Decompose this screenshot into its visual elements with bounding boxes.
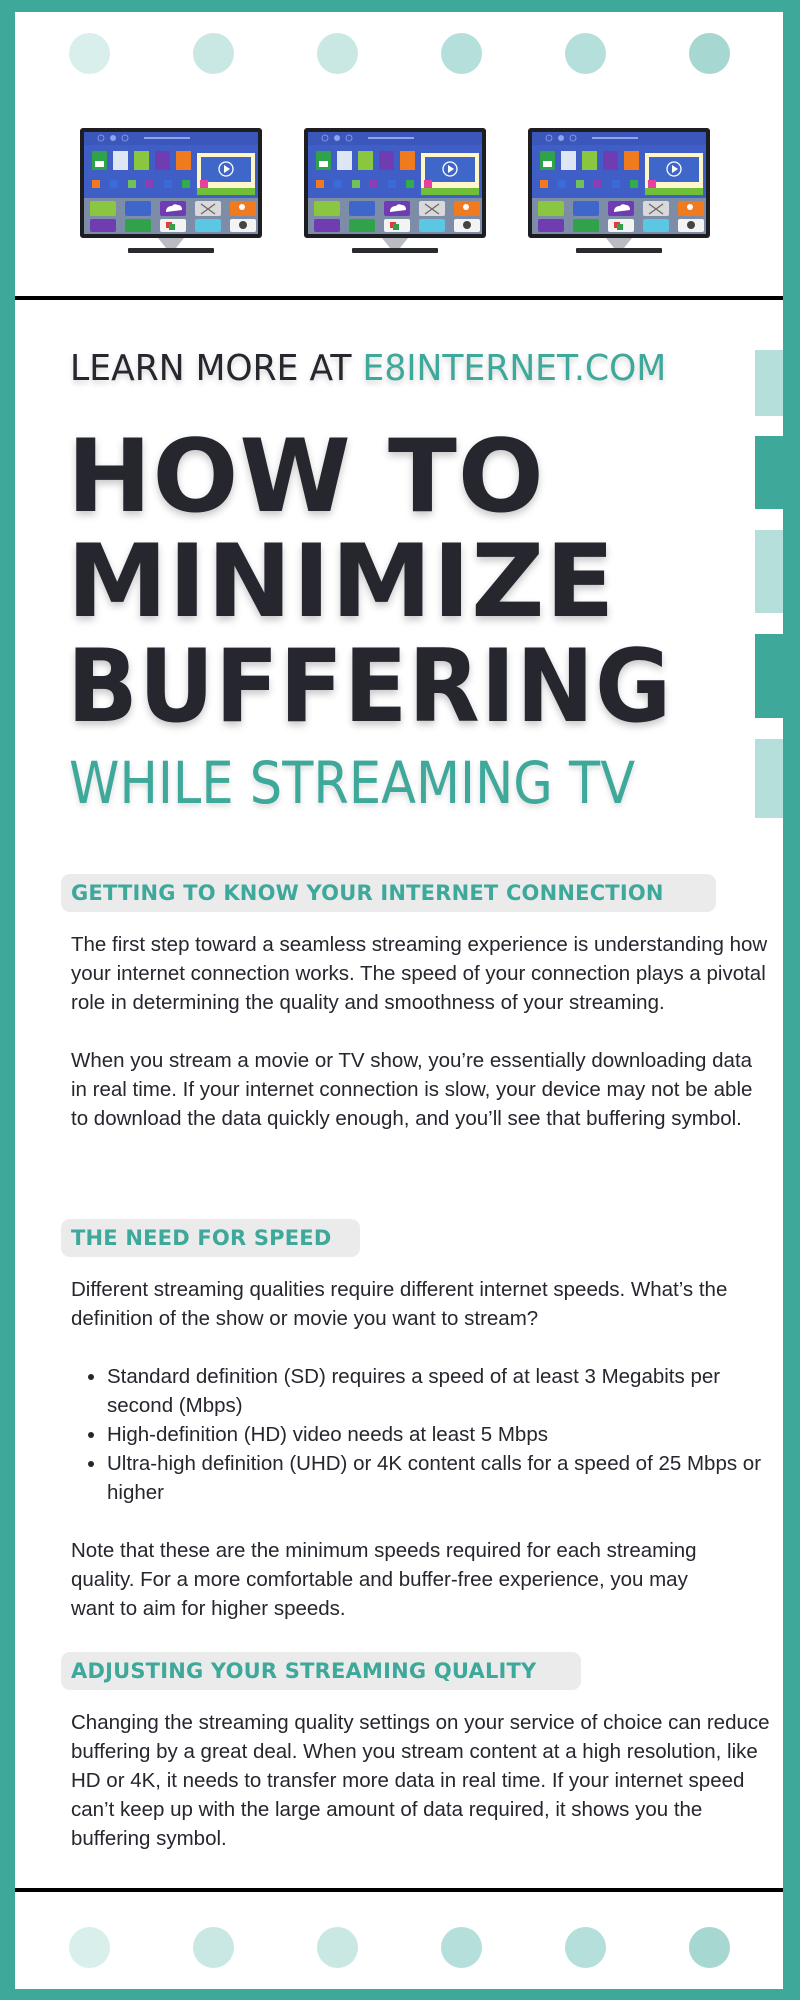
learn-more-line: LEARN MORE AT E8INTERNET.COM xyxy=(70,348,666,389)
infographic-page: LEARN MORE AT E8INTERNET.COM HOW TO MINI… xyxy=(15,12,783,1989)
decorative-dot xyxy=(565,1927,606,1968)
decorative-dot xyxy=(317,33,358,74)
paragraph: When you stream a movie or TV show, you’… xyxy=(71,1049,753,1130)
decorative-dot xyxy=(193,33,234,74)
decorative-dot xyxy=(69,1927,110,1968)
section-body: The first step toward a seamless streami… xyxy=(71,930,771,1133)
paragraph: Note that these are the minimum speeds r… xyxy=(71,1539,697,1620)
section-body: Changing the streaming quality settings … xyxy=(71,1708,771,1853)
side-tab-light xyxy=(755,739,783,818)
decorative-dot xyxy=(441,33,482,74)
decorative-dot xyxy=(69,33,110,74)
side-tab-light xyxy=(755,350,783,416)
section-heading: THE NEED FOR SPEED xyxy=(71,1226,332,1250)
decorative-dot xyxy=(689,1927,730,1968)
side-tab-light xyxy=(755,530,783,613)
smart-tv-icon xyxy=(80,128,262,253)
speed-requirements-list: Standard definition (SD) requires a spee… xyxy=(71,1362,771,1507)
tv-illustration-row xyxy=(15,128,783,268)
paragraph: Different streaming qualities require di… xyxy=(71,1278,728,1330)
bottom-dot-row xyxy=(15,1927,783,1971)
header-divider xyxy=(15,296,783,300)
website-link[interactable]: E8INTERNET.COM xyxy=(363,348,667,389)
paragraph: Changing the streaming quality settings … xyxy=(71,1711,770,1850)
list-item: High-definition (HD) video needs at leas… xyxy=(71,1420,771,1449)
subtitle: WHILE STREAMING TV xyxy=(69,749,636,817)
decorative-dot xyxy=(317,1927,358,1968)
smart-tv-icon xyxy=(528,128,710,253)
smart-tv-icon xyxy=(304,128,486,253)
list-item: Standard definition (SD) requires a spee… xyxy=(71,1362,771,1420)
learn-more-prefix: LEARN MORE AT xyxy=(70,348,363,389)
top-dot-row xyxy=(15,33,783,77)
list-item: Ultra-high definition (UHD) or 4K conten… xyxy=(71,1449,771,1507)
title-line-1: HOW TO xyxy=(67,417,545,535)
section-heading-pill: THE NEED FOR SPEED xyxy=(61,1219,360,1257)
decorative-dot xyxy=(565,33,606,74)
side-tab-dark xyxy=(755,436,783,509)
section-note: Note that these are the minimum speeds r… xyxy=(71,1536,771,1623)
decorative-dot xyxy=(689,33,730,74)
paragraph: The first step toward a seamless streami… xyxy=(71,933,768,1014)
title-line-2: MINIMIZE xyxy=(67,522,616,640)
title-line-3: BUFFERING xyxy=(67,627,673,745)
section-heading-pill: GETTING TO KNOW YOUR INTERNET CONNECTION xyxy=(61,874,716,912)
side-tab-dark xyxy=(755,634,783,718)
footer-divider xyxy=(15,1888,783,1892)
decorative-dot xyxy=(193,1927,234,1968)
section-heading: GETTING TO KNOW YOUR INTERNET CONNECTION xyxy=(71,881,664,905)
section-intro: Different streaming qualities require di… xyxy=(71,1275,771,1333)
section-heading-pill: ADJUSTING YOUR STREAMING QUALITY xyxy=(61,1652,581,1690)
decorative-dot xyxy=(441,1927,482,1968)
section-heading: ADJUSTING YOUR STREAMING QUALITY xyxy=(71,1659,537,1683)
